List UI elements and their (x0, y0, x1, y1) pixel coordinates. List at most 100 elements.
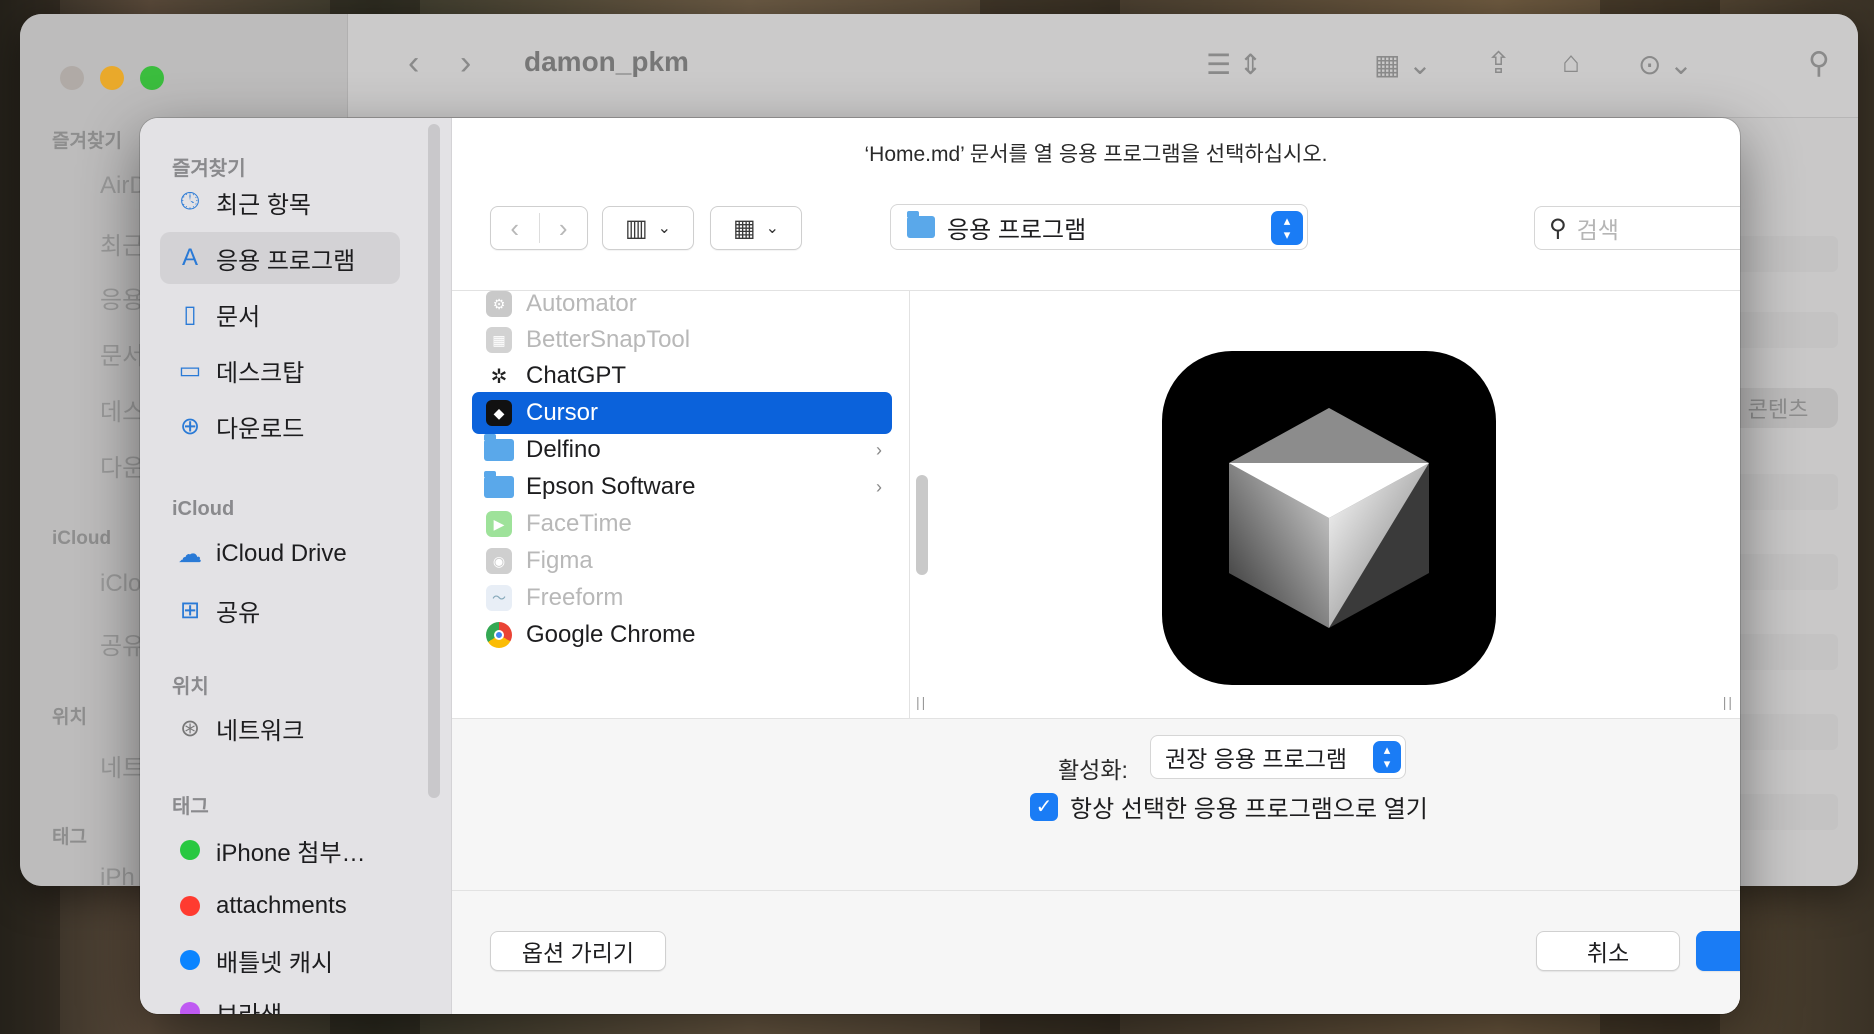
sidebar-scrollbar[interactable] (428, 124, 440, 798)
grid-icon: ▦ (732, 214, 756, 242)
sidebar-item-documents[interactable]: ▯ 문서 (160, 288, 400, 340)
desktop-icon: ▭ (178, 356, 202, 384)
cursor-preview-icon (1162, 351, 1496, 685)
finder-tags-label: 태그 (52, 827, 87, 848)
sidebar-item-desktop[interactable]: ▭ 데스크탑 (160, 344, 400, 396)
automator-icon: ⚙ (486, 291, 512, 317)
sidebar-item-label: 다운로드 (216, 415, 305, 443)
sidebar-item-label: 보라색 (216, 995, 282, 1015)
close-window-button[interactable] (60, 66, 84, 90)
column-scrollbar[interactable] (916, 475, 928, 575)
finder-sidebar-item[interactable]: iPh (100, 864, 135, 886)
folder-icon (484, 434, 514, 461)
share-icon[interactable]: ⇪ (1486, 46, 1511, 81)
sidebar-item-label: 문서 (216, 303, 261, 331)
sidebar-item-network[interactable]: ⊛ 네트워크 (160, 702, 400, 754)
open-button[interactable]: 열기 (1696, 931, 1740, 971)
file-row-cursor[interactable]: ◆ Cursor (472, 392, 892, 434)
file-row-delfino[interactable]: Delfino › (472, 429, 892, 471)
finder-sidebar-item[interactable]: 최근 (100, 226, 144, 261)
always-open-checkbox[interactable]: ✓ (1030, 792, 1058, 821)
dialog-title: ‘Home.md’ 문서를 열 응용 프로그램을 선택하십시오. (864, 143, 1328, 166)
applications-icon: A (181, 244, 198, 271)
enable-value: 권장 응용 프로그램 (1165, 746, 1348, 772)
sidebar-item-applications[interactable]: A 응용 프로그램 (160, 232, 400, 284)
blue-tag-dot-icon (180, 950, 200, 970)
finder-icloud-label: iCloud (52, 528, 112, 549)
globe-icon: ⊛ (179, 714, 201, 742)
list-view-icon[interactable]: ☰ ⇕ (1206, 48, 1262, 81)
search-icon: ⚲ (1549, 214, 1567, 242)
location-section-label: 위치 (172, 676, 209, 698)
always-open-checkbox-row[interactable]: ✓ 항상 선택한 응용 프로그램으로 열기 (1030, 789, 1428, 824)
file-browser: ⚙ Automator ▦ BetterSnapTool ✲ ChatGPT ◆… (452, 290, 1740, 718)
tag-icon[interactable]: ⌂ (1562, 46, 1580, 80)
red-tag-dot-icon (180, 896, 200, 916)
sidebar-tag-purple[interactable]: 보라색 (160, 986, 400, 1014)
dialog-sidebar: 즐겨찾기 🕓︎ 최근 항목 A 응용 프로그램 ▯ 문서 ▭ 데스크탑 ⊕ 다운… (140, 118, 452, 1014)
column-view-icon: ▥ (624, 214, 648, 242)
sidebar-item-icloud-drive[interactable]: ☁︎ iCloud Drive (160, 528, 400, 580)
zoom-window-button[interactable] (140, 66, 164, 90)
sidebar-tag-attachments[interactable]: attachments (160, 880, 400, 932)
file-row-facetime[interactable]: ▶ FaceTime (472, 503, 892, 545)
green-tag-dot-icon (180, 840, 200, 860)
finder-toolbar: ‹ › damon_pkm ☰ ⇕ ▦ ⌄ ⇪ ⌂ ⊙ ⌄ ⚲ (348, 14, 1858, 118)
column-resize-handle[interactable]: || (1723, 694, 1734, 710)
group-view-button[interactable]: ▦ ⌄ (710, 206, 802, 250)
search-icon[interactable]: ⚲ (1808, 46, 1830, 81)
back-icon[interactable]: ‹ (408, 44, 419, 83)
file-name: ChatGPT (526, 362, 627, 389)
finder-sidebar-item[interactable]: 데스 (100, 392, 144, 427)
finder-sidebar-item[interactable]: 다운 (100, 448, 144, 483)
file-row-freeform[interactable]: 〜 Freeform (472, 577, 892, 619)
bettersnaptool-icon: ▦ (486, 327, 512, 353)
enable-popup[interactable]: 권장 응용 프로그램 ▴ ▾ (1150, 735, 1406, 779)
sidebar-item-shared[interactable]: ⊞ 공유 (160, 584, 400, 636)
document-icon: ▯ (183, 300, 197, 328)
file-name: Freeform (526, 584, 624, 611)
sidebar-tag-iphone[interactable]: iPhone 첨부… (160, 824, 400, 876)
sidebar-tag-battlenet[interactable]: 배틀넷 캐시 (160, 934, 400, 986)
finder-sidebar-item[interactable]: 네트 (100, 748, 144, 783)
file-row-figma[interactable]: ◉ Figma (472, 540, 892, 582)
more-icon[interactable]: ⊙ ⌄ (1638, 48, 1693, 81)
folder-icon (484, 471, 514, 498)
dialog-footer: 옵션 가리기 취소 열기 (452, 890, 1740, 1014)
back-button[interactable]: ‹ (491, 206, 539, 250)
file-row-google-chrome[interactable]: Google Chrome (472, 614, 892, 656)
tags-section-label: 태그 (172, 796, 209, 818)
column-view-button[interactable]: ▥ ⌄ (602, 206, 694, 250)
minimize-window-button[interactable] (100, 66, 124, 90)
sidebar-item-label: 공유 (216, 599, 261, 627)
icloud-section-label: iCloud (172, 498, 235, 520)
finder-sidebar-item[interactable]: 문서 (100, 336, 144, 371)
location-popup[interactable]: 응용 프로그램 ▴ ▾ (890, 204, 1308, 250)
location-label: 응용 프로그램 (947, 216, 1087, 244)
finder-location-label: 위치 (52, 707, 87, 728)
purple-tag-dot-icon (180, 1002, 200, 1014)
forward-button[interactable]: › (539, 206, 587, 250)
sidebar-item-label: iPhone 첨부… (216, 839, 366, 867)
sidebar-item-label: 배틀넷 캐시 (216, 949, 334, 977)
finder-sidebar-item[interactable]: 응용 (100, 280, 144, 315)
applications-folder-icon (907, 211, 935, 238)
file-row-chatgpt[interactable]: ✲ ChatGPT (472, 355, 892, 397)
file-name: Delfino (526, 436, 601, 463)
sidebar-item-recents[interactable]: 🕓︎ 최근 항목 (160, 176, 400, 228)
freeform-icon: 〜 (486, 585, 512, 611)
finder-window-title: damon_pkm (524, 46, 689, 77)
file-row-epson-software[interactable]: Epson Software › (472, 466, 892, 508)
finder-sidebar-item[interactable]: iClo (100, 570, 141, 598)
chevron-right-icon: › (876, 439, 882, 460)
sidebar-item-downloads[interactable]: ⊕ 다운로드 (160, 400, 400, 452)
cancel-button[interactable]: 취소 (1536, 931, 1680, 971)
forward-icon[interactable]: › (460, 44, 471, 83)
search-field[interactable]: ⚲ 검색 (1534, 206, 1740, 250)
file-name: Figma (526, 547, 593, 574)
grid-view-icon[interactable]: ▦ ⌄ (1374, 48, 1432, 81)
figma-icon: ◉ (486, 548, 512, 574)
hide-options-button[interactable]: 옵션 가리기 (490, 931, 666, 971)
finder-sidebar-item[interactable]: 공유 (100, 626, 144, 661)
column-resize-handle[interactable]: || (916, 694, 927, 710)
